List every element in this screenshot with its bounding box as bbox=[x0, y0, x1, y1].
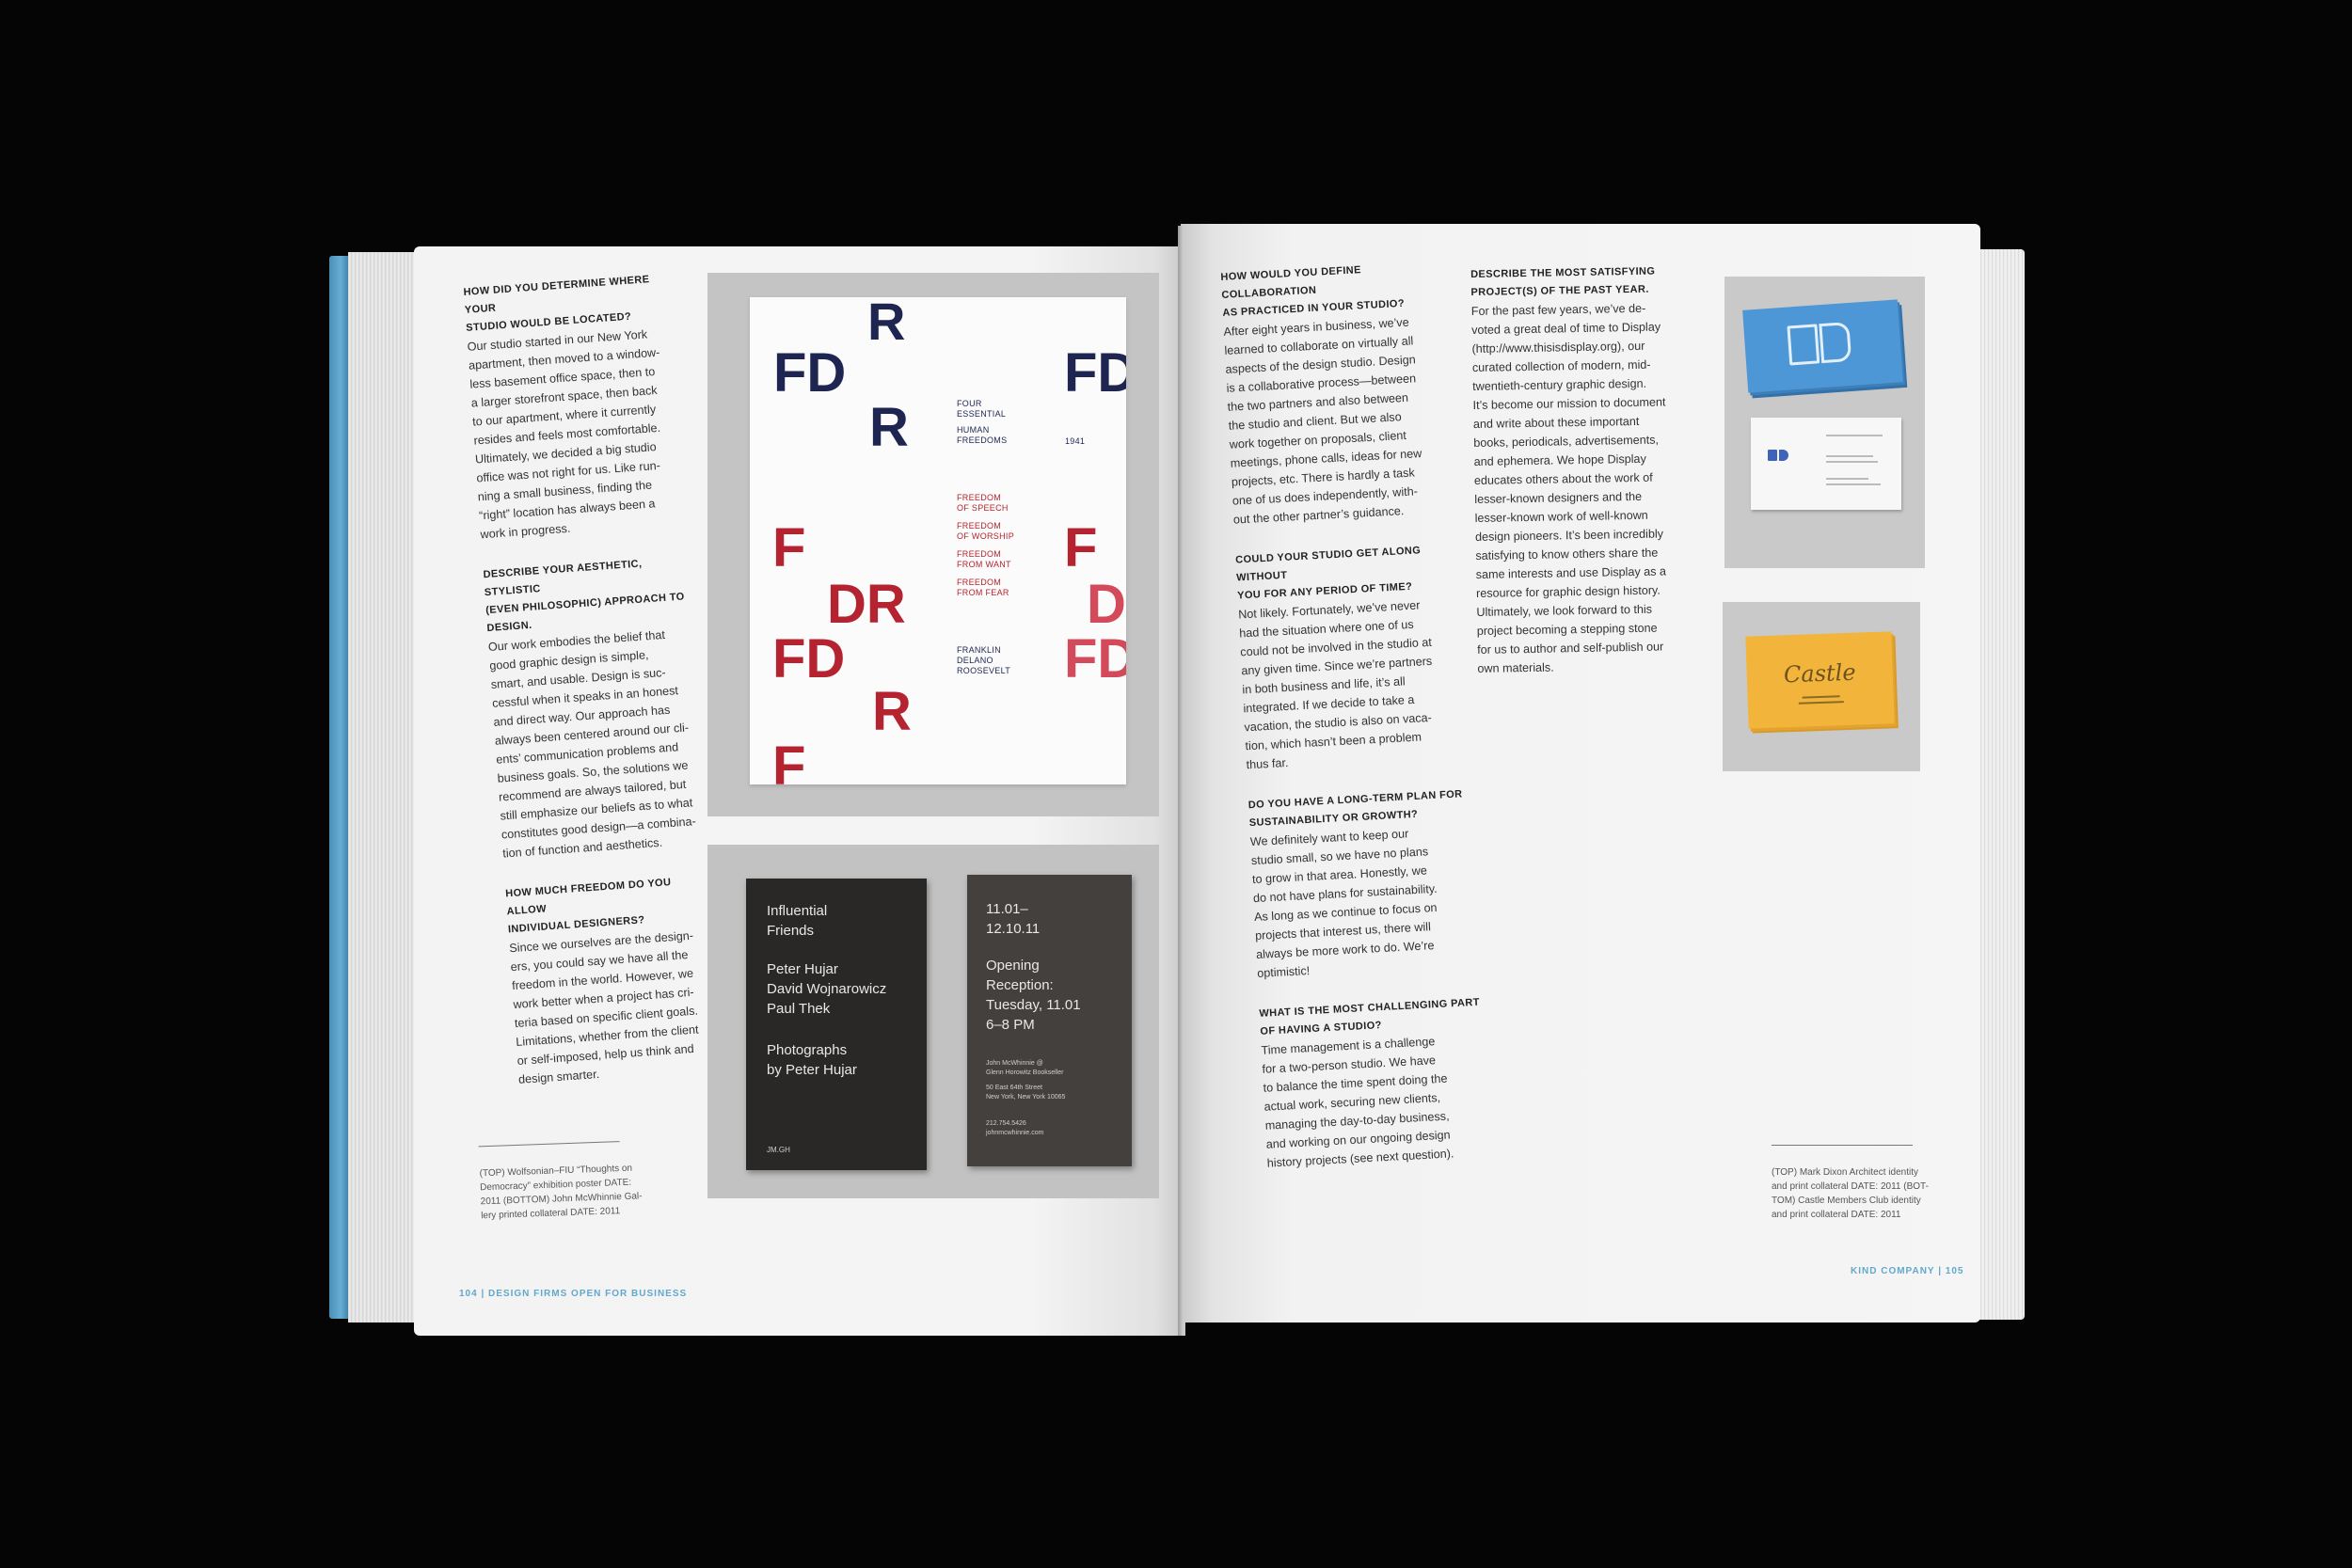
yellow-castle-card: Castle bbox=[1745, 631, 1895, 729]
invitation-card-right: 11.01– 12.10.11 Opening Reception: Tuesd… bbox=[967, 875, 1132, 1166]
answer-text: Time management is a challenge for a two… bbox=[1261, 1035, 1454, 1170]
right-folio: KIND COMPANY | 105 bbox=[1851, 1266, 1964, 1276]
logo-arrow-icon bbox=[1819, 322, 1852, 364]
blue-business-card bbox=[1742, 299, 1903, 393]
card-text-line bbox=[1826, 461, 1878, 463]
poster-text-four-essential: FOUR ESSENTIAL bbox=[957, 399, 1007, 419]
card-text-line bbox=[1826, 455, 1873, 457]
left-text-column: How did you determine where your studio … bbox=[463, 270, 721, 1089]
small-logo-arrow-icon bbox=[1779, 450, 1788, 461]
invite-contact: 212.754.5426 johnmcwhinnie.com bbox=[986, 1120, 1044, 1136]
invite-dates: 11.01– 12.10.11 bbox=[986, 901, 1041, 937]
caption-rule bbox=[478, 1141, 620, 1148]
poster-letter: FD bbox=[773, 342, 847, 404]
answer-text: For the past few years, we’ve de- voted … bbox=[1470, 301, 1667, 675]
castle-panel: Castle bbox=[1723, 602, 1920, 771]
invite-address: 50 East 64th Street New York, New York 1… bbox=[986, 1085, 1066, 1101]
book-spine-gutter bbox=[1178, 226, 1184, 1336]
card-text-line bbox=[1826, 435, 1883, 436]
left-caption: (TOP) Wolfsonian–FIU “Thoughts on Democr… bbox=[478, 1126, 660, 1238]
poster-freedom-want: FREEDOM FROM WANT bbox=[957, 549, 1011, 569]
white-business-card bbox=[1751, 418, 1901, 510]
answer-text: Our studio started in our New York apart… bbox=[467, 327, 661, 542]
invite-artists: Peter Hujar David Wojnarowicz Paul Thek bbox=[767, 961, 887, 1017]
poster-letter: D bbox=[1087, 574, 1126, 635]
invite-gallery: John McWhinnie @ Glenn Horowitz Booksell… bbox=[986, 1060, 1064, 1076]
card-text-line bbox=[1826, 483, 1881, 485]
mark-dixon-panel bbox=[1724, 277, 1925, 568]
poster-letter: F bbox=[772, 517, 806, 578]
right-caption: (TOP) Mark Dixon Architect identity and … bbox=[1772, 1131, 1936, 1236]
poster-text-human-freedoms: HUMAN FREEDOMS bbox=[957, 425, 1008, 445]
invitation-card-left: Influential Friends Peter Hujar David Wo… bbox=[746, 879, 927, 1170]
answer-text: Our work embodies the belief that good g… bbox=[487, 627, 697, 861]
gallery-logo: JM.GH bbox=[767, 1146, 790, 1154]
answer-text: We definitely want to keep our studio sm… bbox=[1249, 827, 1438, 980]
poster-letter: R bbox=[867, 297, 906, 351]
poster-letter: F bbox=[772, 736, 806, 785]
poster-letter: FD bbox=[772, 628, 846, 689]
caption-text: (TOP) Mark Dixon Architect identity and … bbox=[1772, 1167, 1929, 1220]
poster-letter: R bbox=[869, 397, 909, 458]
poster-letter: R bbox=[872, 681, 912, 742]
invite-opening: Opening Reception: Tuesday, 11.01 6–8 PM bbox=[986, 958, 1081, 1033]
right-page: How would you define collaboration as pr… bbox=[1181, 224, 1980, 1323]
photo-scene: How did you determine where your studio … bbox=[0, 0, 2352, 1568]
card-text-line bbox=[1802, 695, 1840, 699]
poster-fdr-name: FRANKLIN DELANO ROOSEVELT bbox=[957, 645, 1011, 675]
question-heading: Describe the most satisfying project(s) … bbox=[1470, 265, 1656, 298]
book-cover-edge bbox=[329, 256, 350, 1319]
small-logo-square-icon bbox=[1768, 450, 1777, 461]
invite-title: Influential Friends bbox=[767, 903, 828, 939]
poster-letter: FD bbox=[1064, 628, 1126, 689]
poster-freedom-speech: FREEDOM OF SPEECH bbox=[957, 493, 1009, 513]
answer-text: After eight years in business, we’ve lea… bbox=[1223, 315, 1422, 527]
answer-text: Since we ourselves are the design- ers, … bbox=[508, 928, 699, 1086]
poster-letter: DR bbox=[827, 574, 906, 635]
left-page-stack bbox=[348, 252, 423, 1323]
logo-square-icon bbox=[1787, 324, 1820, 366]
castle-logo: Castle bbox=[1783, 658, 1856, 689]
poster-freedom-fear: FREEDOM FROM FEAR bbox=[957, 578, 1009, 597]
caption-rule bbox=[1772, 1145, 1913, 1146]
poster-letter: F bbox=[1064, 517, 1098, 578]
poster-freedom-worship: FREEDOM OF WORSHIP bbox=[957, 521, 1014, 541]
right-text-column-1: How would you define collaboration as pr… bbox=[1220, 257, 1493, 1172]
left-folio: 104 | DESIGN FIRMS OPEN FOR BUSINESS bbox=[459, 1289, 688, 1299]
invite-photographs: Photographs by Peter Hujar bbox=[767, 1042, 857, 1078]
poster-year: 1941 bbox=[1065, 436, 1086, 446]
answer-text: Not likely. Fortunately, we’ve never had… bbox=[1237, 598, 1433, 772]
caption-text: (TOP) Wolfsonian–FIU “Thoughts on Democr… bbox=[479, 1163, 643, 1222]
poster-letter: FD bbox=[1064, 342, 1126, 404]
right-text-column-2: Describe the most satisfying project(s) … bbox=[1470, 262, 1704, 678]
card-text-line bbox=[1826, 478, 1868, 480]
card-text-line bbox=[1798, 701, 1844, 705]
fdr-poster: R FD FD R F F DR D FD FD R F FOUR ESSENT… bbox=[750, 297, 1126, 784]
